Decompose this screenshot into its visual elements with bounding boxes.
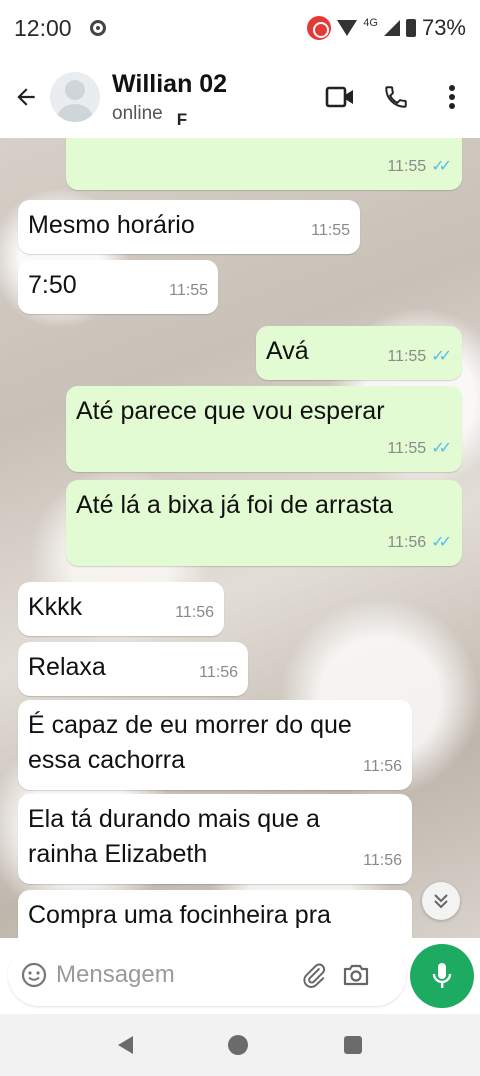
message-time: 11:56 [363, 758, 402, 775]
message-meta: 11:55 ✓✓ [387, 339, 452, 374]
message-bubble-incoming[interactable]: Mesmo horário 11:55 [18, 200, 360, 254]
double-chevron-down-icon [434, 894, 448, 909]
message-bubble-incoming[interactable]: Ela tá durando mais que a rainha Elizabe… [18, 794, 412, 884]
message-text: Até parece que vou esperar [76, 397, 385, 425]
voice-call-button[interactable] [368, 72, 424, 122]
status-bar: 12:00 4G 73% [0, 0, 480, 56]
nav-back-button[interactable] [117, 1036, 133, 1054]
message-bubble-incoming[interactable]: Relaxa 11:56 [18, 642, 248, 696]
message-text: Compra uma focinheira pra [28, 901, 331, 929]
message-bubble-outgoing[interactable]: Até lá a bixa já foi de arrasta 11:56 ✓✓ [66, 480, 462, 566]
more-vert-icon [449, 85, 455, 109]
video-call-button[interactable] [312, 72, 368, 122]
message-meta: 11:55 [169, 273, 208, 308]
message-bubble-incoming[interactable]: É capaz de eu morrer do que essa cachorr… [18, 700, 412, 790]
sync-icon [89, 20, 106, 36]
message-time: 11:55 [311, 222, 350, 239]
attach-button[interactable] [294, 955, 334, 995]
contact-info[interactable]: Willian 02 online F [112, 69, 228, 129]
read-ticks-icon: ✓✓ [431, 158, 452, 175]
message-meta: 11:55 [311, 213, 350, 248]
message-text: É capaz de eu morrer do que essa cachorr… [28, 711, 352, 774]
chat-header: Willian 02 online F [0, 56, 480, 138]
emoji-button[interactable] [20, 961, 48, 989]
typing-mark: F [176, 109, 188, 129]
contact-status: online F [112, 102, 227, 129]
message-time: 11:56 [199, 664, 238, 681]
message-meta: 11:56 [363, 749, 402, 784]
wifi-icon [337, 20, 358, 36]
message-time: 11:56 [363, 852, 402, 869]
back-button[interactable] [4, 75, 48, 119]
camera-icon [343, 964, 369, 986]
message-meta: 11:56 ✓✓ [387, 525, 452, 560]
video-call-icon [325, 86, 353, 108]
read-ticks-icon: ✓✓ [431, 348, 452, 365]
message-time: 11:56 [387, 534, 427, 551]
message-meta: 11:55 ✓✓ [387, 149, 452, 184]
message-bubble-outgoing[interactable]: Até parece que vou esperar 11:55 ✓✓ [66, 386, 462, 472]
message-time: 11:55 [387, 158, 427, 175]
message-bubble-incoming[interactable]: 7:50 11:55 [18, 260, 218, 314]
message-time: 11:55 [387, 440, 427, 457]
paperclip-icon [303, 963, 326, 988]
contact-name: Willian 02 [112, 69, 228, 98]
microphone-icon [432, 963, 452, 988]
read-ticks-icon: ✓✓ [431, 440, 452, 457]
message-text: Ela tá durando mais que a rainha Elizabe… [28, 805, 320, 868]
message-bubble-incoming[interactable]: Kkkk 11:56 [18, 582, 224, 636]
message-time: 11:55 [387, 348, 427, 365]
contact-status-text: online [112, 102, 163, 124]
battery-level: 73% [421, 15, 466, 40]
message-bubble-outgoing[interactable]: 11:55 ✓✓ [66, 138, 462, 190]
phone-icon [385, 86, 407, 108]
camera-button[interactable] [336, 955, 376, 995]
emoji-icon [21, 962, 47, 988]
message-text: Até lá a bixa já foi de arrasta [76, 491, 393, 519]
screen-record-icon [307, 16, 332, 40]
message-text: Mesmo horário [28, 211, 195, 239]
message-composer [8, 944, 406, 1006]
voice-message-button[interactable] [410, 944, 474, 1008]
status-icons: 4G 73% [307, 15, 466, 41]
scroll-to-bottom-button[interactable] [422, 882, 460, 920]
system-nav-bar [0, 1014, 480, 1076]
message-time: 11:55 [169, 282, 208, 299]
header-actions [312, 72, 480, 122]
message-input[interactable] [56, 961, 292, 989]
network-type: 4G [363, 17, 378, 29]
more-options-button[interactable] [424, 72, 480, 122]
back-arrow-icon [17, 88, 35, 106]
message-meta: 11:56 [175, 595, 214, 630]
signal-icon [383, 20, 400, 36]
message-meta: 11:56 [199, 655, 238, 690]
nav-home-button[interactable] [228, 1035, 249, 1055]
message-meta: 11:56 [363, 843, 402, 878]
avatar[interactable] [50, 72, 100, 122]
message-time: 11:56 [175, 604, 214, 621]
message-meta: 11:55 ✓✓ [387, 431, 452, 466]
nav-recents-button[interactable] [344, 1036, 363, 1054]
read-ticks-icon: ✓✓ [431, 534, 452, 551]
message-bubble-incoming[interactable]: Compra uma focinheira pra [18, 890, 412, 938]
chat-area[interactable]: 11:55 ✓✓ Mesmo horário 11:55 7:50 11:55 … [0, 138, 480, 938]
status-time: 12:00 [14, 14, 72, 41]
message-bubble-outgoing[interactable]: Avá 11:55 ✓✓ [256, 326, 462, 380]
battery-icon [405, 19, 416, 37]
